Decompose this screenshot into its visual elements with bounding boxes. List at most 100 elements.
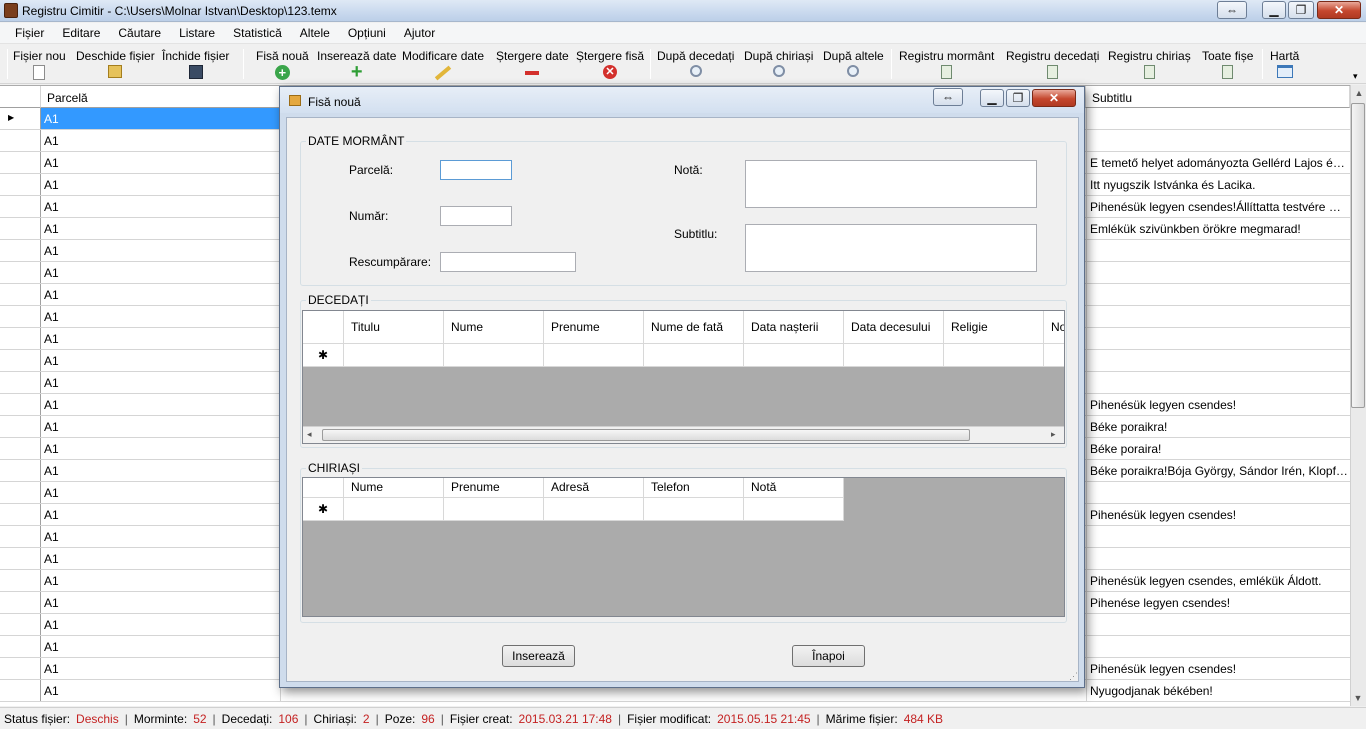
menu-statistica[interactable]: Statistică (224, 26, 291, 40)
parcela-cell[interactable]: A1 (41, 614, 281, 635)
search-tenants-button[interactable]: După chiriași (744, 49, 813, 77)
row-header[interactable] (0, 284, 41, 305)
row-header[interactable] (0, 394, 41, 415)
subtitlu-cell[interactable] (1086, 262, 1348, 283)
parcela-cell[interactable]: A1 (41, 658, 281, 679)
row-header[interactable] (0, 614, 41, 635)
deceased-col-prenume[interactable]: Prenume (544, 311, 644, 344)
deceased-datagrid[interactable]: Titulu Nume Prenume Nume de fată Data na… (302, 310, 1065, 444)
row-header[interactable] (0, 460, 41, 481)
deceased-new-cell[interactable] (444, 344, 544, 367)
row-header[interactable] (0, 262, 41, 283)
row-header[interactable] (0, 152, 41, 173)
tenants-new-cell[interactable] (444, 498, 544, 521)
row-header[interactable] (0, 240, 41, 261)
subtitlu-cell[interactable] (1086, 526, 1348, 547)
tenants-col-nume[interactable]: Nume (344, 478, 444, 498)
row-header[interactable] (0, 482, 41, 503)
parcela-cell[interactable]: A1 (41, 174, 281, 195)
tenants-col-prenume[interactable]: Prenume (444, 478, 544, 498)
subtitlu-cell[interactable]: Pihenésük legyen csendes! (1086, 504, 1348, 525)
search-other-button[interactable]: După altele (823, 49, 884, 77)
scroll-down-arrow-icon[interactable]: ▼ (1350, 690, 1366, 706)
subtitlu-cell[interactable] (1086, 350, 1348, 371)
deceased-col-nume-de-fata[interactable]: Nume de fată (644, 311, 744, 344)
dialog-close-button[interactable]: ✕ (1032, 89, 1076, 107)
toolbar-overflow-icon[interactable]: ▾ (1353, 71, 1358, 82)
row-header[interactable] (0, 438, 41, 459)
parcela-cell[interactable]: A1 (41, 328, 281, 349)
menu-ajutor[interactable]: Ajutor (395, 26, 444, 40)
tenants-col-telefon[interactable]: Telefon (644, 478, 744, 498)
subtitlu-cell[interactable] (1086, 482, 1348, 503)
parcela-cell[interactable]: A1 (41, 262, 281, 283)
deceased-new-cell[interactable] (844, 344, 944, 367)
menu-fisier[interactable]: Fișier (6, 26, 53, 40)
subtitlu-cell[interactable]: Pihenésük legyen csendes!Állíttatta test… (1086, 196, 1348, 217)
row-header[interactable] (0, 504, 41, 525)
deceased-new-cell[interactable] (544, 344, 644, 367)
delete-record-button[interactable]: Ștergere fisă ✕ (576, 49, 644, 79)
subtitlu-cell[interactable] (1086, 328, 1348, 349)
deceased-col-religie[interactable]: Religie (944, 311, 1044, 344)
rescumparare-input[interactable] (440, 252, 576, 272)
subtitlu-cell[interactable] (1086, 548, 1348, 569)
subtitlu-cell[interactable] (1086, 636, 1348, 657)
menu-cautare[interactable]: Căutare (109, 26, 170, 40)
row-header[interactable] (0, 328, 41, 349)
dialog-titlebar[interactable]: Fisă nouă ⇔ ▁ ❐ ✕ (280, 87, 1084, 113)
parcela-cell[interactable]: A1 (41, 196, 281, 217)
deceased-new-cell[interactable] (944, 344, 1044, 367)
row-header[interactable] (0, 350, 41, 371)
deceased-col-titulu[interactable]: Titulu (344, 311, 444, 344)
parcela-cell[interactable]: A1 (41, 372, 281, 393)
row-header[interactable] (0, 592, 41, 613)
dialog-resize-button[interactable]: ⇔ (933, 88, 963, 106)
parcela-cell[interactable]: A1 (41, 526, 281, 547)
deceased-col-nume[interactable]: Nume (444, 311, 544, 344)
menu-editare[interactable]: Editare (53, 26, 109, 40)
grid-scroll-thumb[interactable] (1351, 103, 1365, 408)
row-header[interactable] (0, 218, 41, 239)
parcela-cell[interactable]: A1 (41, 636, 281, 657)
row-header[interactable] (0, 570, 41, 591)
parcela-cell[interactable]: A1 (41, 570, 281, 591)
parcela-cell[interactable]: A1 (41, 438, 281, 459)
parcela-cell[interactable]: A1 (41, 592, 281, 613)
subtitlu-cell[interactable]: Pihenésük legyen csendes! (1086, 394, 1348, 415)
row-header[interactable] (0, 306, 41, 327)
insert-button[interactable]: Inserează (502, 645, 575, 667)
search-deceased-button[interactable]: După decedați (657, 49, 734, 77)
dialog-maximize-button[interactable]: ❐ (1006, 89, 1030, 107)
parcela-cell[interactable]: A1 (41, 680, 281, 701)
tenants-col-nota[interactable]: Notă (744, 478, 844, 498)
subtitlu-cell[interactable] (1086, 130, 1348, 151)
parcela-cell[interactable]: A1 (41, 152, 281, 173)
insert-data-button[interactable]: Inserează date + (317, 49, 396, 82)
parcela-cell[interactable]: A1 (41, 416, 281, 437)
parcela-cell[interactable]: A1 (41, 306, 281, 327)
row-header[interactable] (0, 174, 41, 195)
subtitlu-cell[interactable]: Béke poraikra!Bója György, Sándor Irén, … (1086, 460, 1348, 481)
menu-altele[interactable]: Altele (291, 26, 339, 40)
deceased-col-nota[interactable]: No (1044, 311, 1064, 344)
tenants-col-adresa[interactable]: Adresă (544, 478, 644, 498)
row-header[interactable] (0, 548, 41, 569)
parcela-cell[interactable]: A1 (41, 108, 281, 129)
subtitlu-cell[interactable]: Pihenésük legyen csendes, emlékük Áldott… (1086, 570, 1348, 591)
menu-optiuni[interactable]: Opțiuni (339, 26, 395, 40)
tenants-datagrid[interactable]: Nume Prenume Adresă Telefon Notă ✱ (302, 477, 1065, 617)
menu-listare[interactable]: Listare (170, 26, 224, 40)
subtitlu-cell[interactable] (1086, 372, 1348, 393)
tenants-new-cell[interactable] (344, 498, 444, 521)
parcela-cell[interactable]: A1 (41, 130, 281, 151)
resize-grip-icon[interactable]: ⋰ (1069, 671, 1078, 682)
row-header[interactable]: ▶ (0, 108, 41, 129)
parcela-cell[interactable]: A1 (41, 284, 281, 305)
scroll-left-arrow-icon[interactable]: ◂ (307, 429, 312, 440)
subtitlu-cell[interactable] (1086, 306, 1348, 327)
all-records-button[interactable]: Toate fișe (1202, 49, 1253, 79)
subtitlu-cell[interactable]: Itt nyugszik Istvánka és Lacika. (1086, 174, 1348, 195)
numar-input[interactable] (440, 206, 512, 226)
scroll-right-arrow-icon[interactable]: ▸ (1051, 429, 1056, 440)
